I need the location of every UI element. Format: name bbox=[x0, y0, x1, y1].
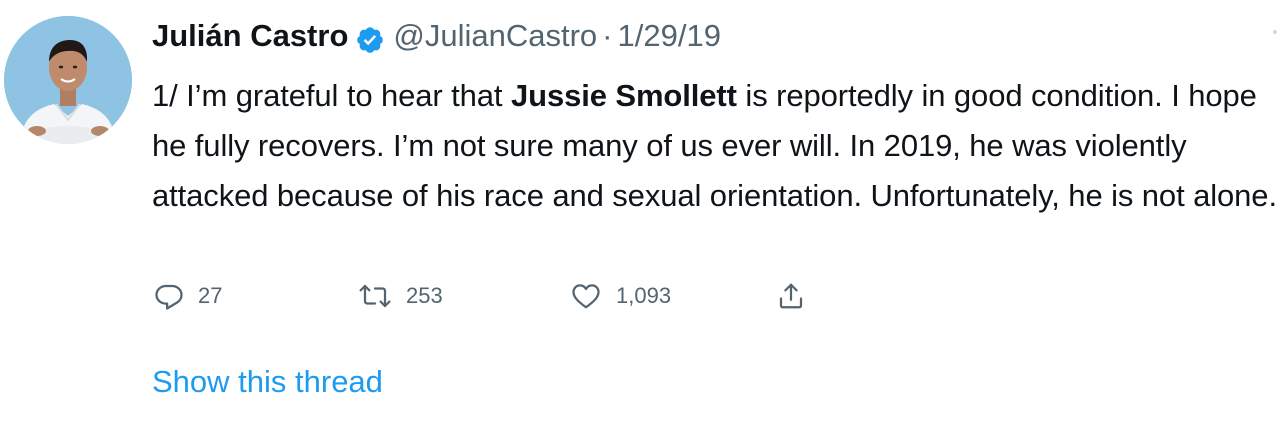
retweet-icon bbox=[358, 281, 392, 311]
like-count: 1,093 bbox=[616, 283, 672, 308]
like-button[interactable]: 1,093 bbox=[570, 276, 671, 316]
tweet-content: Julián Castro @JulianCastro · 1/29/19 1/… bbox=[152, 12, 1281, 221]
retweet-count: 253 bbox=[406, 283, 443, 308]
header-separator: · bbox=[602, 18, 613, 53]
reply-count: 27 bbox=[198, 283, 223, 308]
tweet-date[interactable]: 1/29/19 bbox=[618, 12, 721, 60]
reply-icon bbox=[154, 281, 184, 311]
tweet-card[interactable]: Julián Castro @JulianCastro · 1/29/19 1/… bbox=[0, 0, 1281, 428]
tweet-text: 1/ I’m grateful to hear that Jussie Smol… bbox=[152, 71, 1280, 221]
tweet-text-mention: Jussie Smollett bbox=[510, 78, 737, 113]
reply-button[interactable]: 27 bbox=[154, 276, 222, 316]
author-name[interactable]: Julián Castro bbox=[152, 12, 348, 60]
more-options-icon[interactable] bbox=[1273, 30, 1277, 34]
verified-badge-icon bbox=[355, 21, 385, 53]
author-handle[interactable]: @JulianCastro bbox=[393, 12, 597, 60]
avatar[interactable] bbox=[4, 16, 132, 144]
show-thread-link[interactable]: Show this thread bbox=[152, 360, 383, 404]
share-button[interactable] bbox=[776, 276, 806, 316]
retweet-button[interactable]: 253 bbox=[358, 276, 443, 316]
share-icon bbox=[776, 281, 806, 311]
profile-photo bbox=[4, 16, 132, 144]
heart-icon bbox=[570, 281, 602, 311]
tweet-header: Julián Castro @JulianCastro · 1/29/19 bbox=[152, 12, 1281, 60]
tweet-actions: 27 253 1,093 bbox=[152, 276, 832, 316]
tweet-text-start: 1/ I’m grateful to hear that bbox=[152, 78, 511, 113]
